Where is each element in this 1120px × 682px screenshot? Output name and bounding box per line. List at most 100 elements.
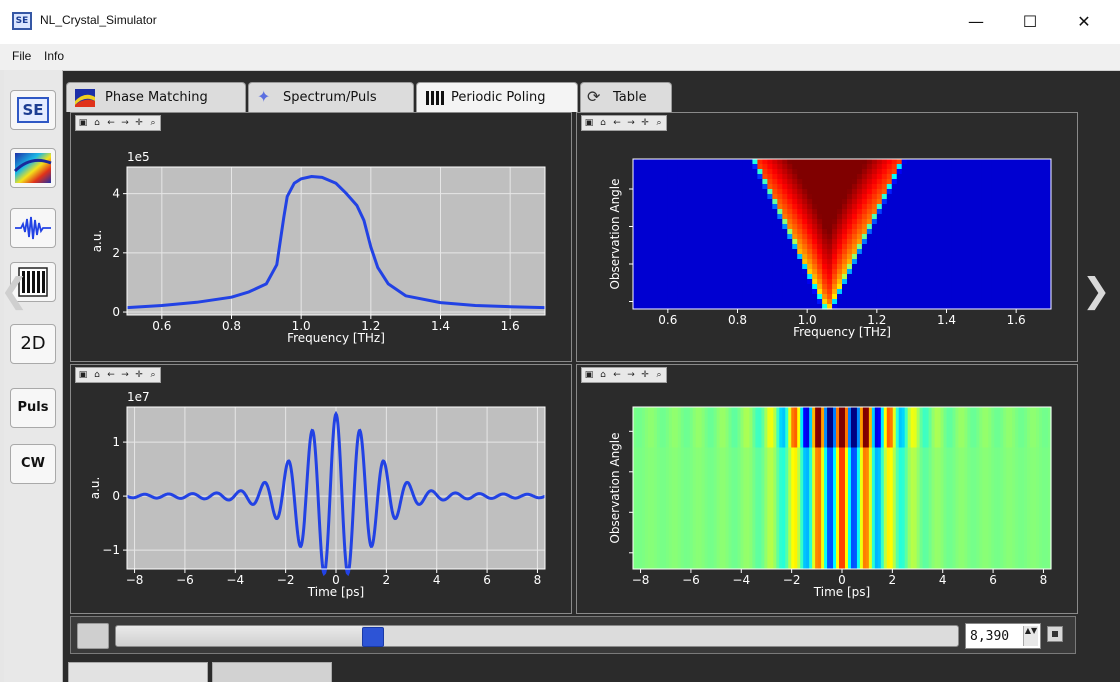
- pan-icon[interactable]: ✛: [638, 117, 652, 129]
- heatmap-cell: [782, 164, 788, 170]
- sidebar-spectrum-button[interactable]: [10, 208, 56, 248]
- heatmap-cell: [702, 279, 709, 285]
- back-icon[interactable]: ←: [104, 369, 118, 381]
- menu-info[interactable]: Info: [44, 49, 64, 63]
- save-icon[interactable]: ▣: [582, 117, 596, 129]
- x-tick-label: −2: [783, 573, 801, 587]
- heatmap-cell: [1001, 234, 1007, 240]
- heatmap-cell: [1026, 254, 1032, 260]
- heatmap-cell: [871, 254, 878, 260]
- heatmap-cell: [991, 284, 997, 290]
- heatmap-cell: [911, 209, 918, 215]
- forward-icon[interactable]: →: [624, 369, 638, 381]
- stop-button[interactable]: [1047, 626, 1063, 642]
- prev-arrow-icon[interactable]: ❮: [0, 272, 29, 310]
- heatmap-cell: [846, 279, 853, 285]
- maximize-button[interactable]: ☐: [1014, 8, 1046, 36]
- bottom-tab-bar: [68, 662, 338, 682]
- forward-icon[interactable]: →: [118, 369, 132, 381]
- heatmap-cell: [1041, 229, 1047, 235]
- slider-handle[interactable]: [362, 627, 384, 647]
- pan-icon[interactable]: ✛: [638, 369, 652, 381]
- back-icon[interactable]: ←: [610, 117, 624, 129]
- back-icon[interactable]: ←: [104, 117, 118, 129]
- tab-table[interactable]: ⟳ Table: [580, 82, 672, 112]
- pan-icon[interactable]: ✛: [132, 117, 146, 129]
- home-icon[interactable]: ⌂: [90, 369, 104, 381]
- spinbox-arrows-icon[interactable]: ▲▼: [1023, 626, 1038, 646]
- back-icon[interactable]: ←: [610, 369, 624, 381]
- heatmap-cell: [682, 274, 689, 280]
- save-icon[interactable]: ▣: [582, 369, 596, 381]
- home-icon[interactable]: ⌂: [596, 117, 610, 129]
- heatmap-cell: [827, 249, 833, 255]
- menu-file[interactable]: File: [12, 49, 31, 63]
- zoom-icon[interactable]: ⌕: [146, 117, 160, 129]
- heatmap-cell: [896, 239, 903, 245]
- sidebar-se-button[interactable]: SE: [10, 90, 56, 130]
- heatmap-cell: [986, 294, 992, 300]
- heatmap-cell: [971, 174, 977, 180]
- heatmap-cell: [936, 189, 943, 195]
- heatmap-cell: [1006, 214, 1012, 220]
- heatmap-cell: [832, 174, 838, 180]
- position-slider[interactable]: [115, 625, 959, 647]
- heatmap-cell: [642, 219, 649, 225]
- close-button[interactable]: ✕: [1068, 8, 1100, 36]
- sidebar-cw-button[interactable]: CW: [10, 444, 56, 484]
- tab-periodic-poling[interactable]: Periodic Poling: [416, 82, 578, 112]
- zoom-icon[interactable]: ⌕: [652, 369, 666, 381]
- tab-spectrum-puls[interactable]: ✦ Spectrum/Puls: [248, 82, 414, 112]
- home-icon[interactable]: ⌂: [90, 117, 104, 129]
- heatmap-cell: [717, 179, 724, 185]
- tab-phase-matching[interactable]: Phase Matching: [66, 82, 246, 112]
- heatmap-cell: [717, 279, 724, 285]
- heatmap-cell: [802, 269, 808, 275]
- minimize-button[interactable]: —: [960, 8, 992, 36]
- save-icon[interactable]: ▣: [76, 117, 90, 129]
- position-spinbox[interactable]: 8,390 ▲▼: [965, 623, 1041, 649]
- heatmap-cell: [717, 164, 724, 170]
- heatmap-cell: [1021, 249, 1027, 255]
- heatmap-cell: [682, 249, 689, 255]
- zoom-icon[interactable]: ⌕: [652, 117, 666, 129]
- heatmap-cell: [633, 249, 639, 255]
- heatmap-cell: [732, 169, 739, 175]
- heatmap-cell: [712, 274, 719, 280]
- heatmap-cell: [707, 274, 714, 280]
- sidebar-2d-button[interactable]: 2D: [10, 324, 56, 364]
- pan-icon[interactable]: ✛: [132, 369, 146, 381]
- heatmap-cell: [851, 204, 858, 210]
- heatmap-cell: [682, 299, 689, 305]
- heatmap-cell: [767, 179, 773, 185]
- heatmap-cell: [812, 199, 818, 205]
- slider-option-box[interactable]: [77, 623, 109, 649]
- next-arrow-icon[interactable]: ❯: [1082, 272, 1111, 310]
- heatmap-cell: [856, 194, 863, 200]
- sidebar-phase-matching-button[interactable]: [10, 148, 56, 188]
- heatmap-cell: [1006, 259, 1012, 265]
- heatmap-cell: [692, 194, 699, 200]
- heatmap-cell: [1031, 219, 1037, 225]
- forward-icon[interactable]: →: [118, 117, 132, 129]
- heatmap-cell: [936, 209, 943, 215]
- bottom-tab-2[interactable]: [212, 662, 332, 682]
- heatmap-cell: [921, 199, 928, 205]
- heatmap-cell: [866, 199, 873, 205]
- heatmap-cell: [692, 294, 699, 300]
- sidebar-puls-button[interactable]: Puls: [10, 388, 56, 428]
- heatmap-cell: [722, 269, 729, 275]
- home-icon[interactable]: ⌂: [596, 369, 610, 381]
- heatmap-cell: [667, 194, 674, 200]
- y-tick-label: 0: [112, 305, 120, 319]
- heatmap-cell: [966, 259, 972, 265]
- zoom-icon[interactable]: ⌕: [146, 369, 160, 381]
- heatmap-cell: [921, 254, 928, 260]
- heatmap-cell: [642, 284, 649, 290]
- forward-icon[interactable]: →: [624, 117, 638, 129]
- save-icon[interactable]: ▣: [76, 369, 90, 381]
- heatmap-cell: [817, 204, 823, 210]
- heatmap-cell: [842, 279, 848, 285]
- heatmap-cell: [871, 189, 878, 195]
- bottom-tab-1[interactable]: [68, 662, 208, 682]
